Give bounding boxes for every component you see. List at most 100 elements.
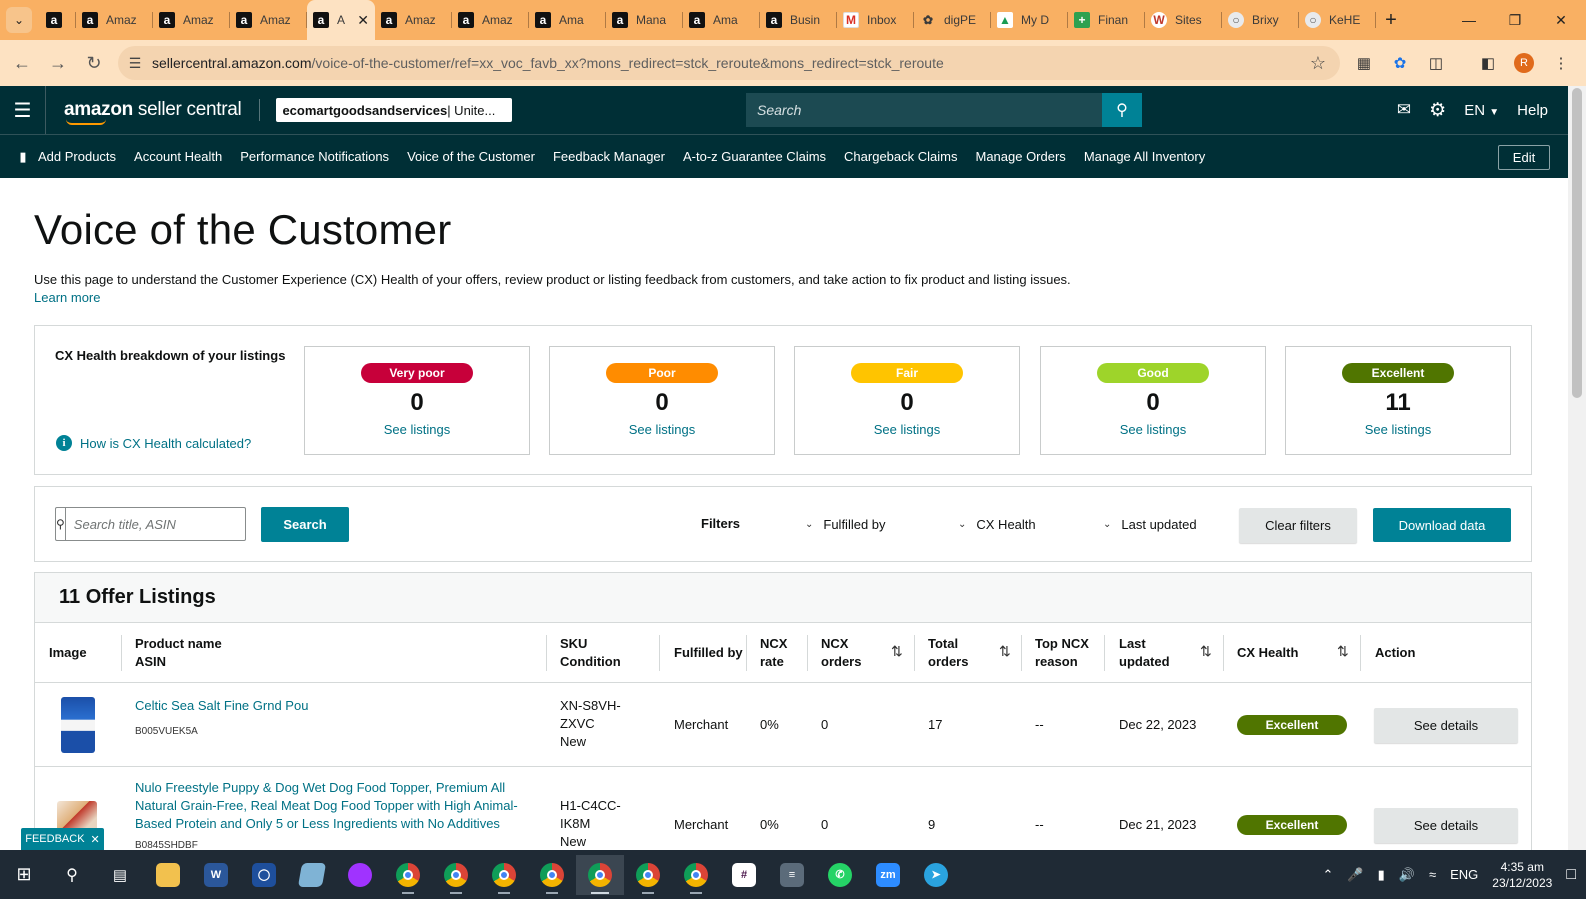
page-scrollbar[interactable]	[1568, 86, 1586, 850]
browser-tab[interactable]: a Ama	[529, 0, 606, 40]
chrome-icon[interactable]	[624, 855, 672, 895]
nav-item-account-health[interactable]: Account Health	[134, 149, 222, 164]
see-details-button[interactable]: See details	[1374, 808, 1518, 843]
feedback-tab[interactable]: FEEDBACK ✕	[21, 828, 104, 850]
tab-search-icon[interactable]: ⌄	[6, 7, 32, 33]
file-explorer-icon[interactable]	[144, 855, 192, 895]
see-listings-link[interactable]: See listings	[1041, 422, 1265, 437]
browser-tab[interactable]: + Finan	[1068, 0, 1145, 40]
chrome-icon[interactable]	[432, 855, 480, 895]
zoom-icon[interactable]: zm	[864, 855, 912, 895]
wifi-icon[interactable]: ≈	[1429, 867, 1436, 882]
minimize-icon[interactable]: —	[1446, 0, 1492, 40]
chrome-icon[interactable]	[384, 855, 432, 895]
see-listings-link[interactable]: See listings	[305, 422, 529, 437]
fulfilled-by-dropdown[interactable]: ⌄ Fulfilled by	[805, 517, 886, 532]
browser-tab[interactable]: a Amaz	[76, 0, 153, 40]
extension-icon[interactable]: ▦	[1351, 50, 1377, 76]
browser-tab[interactable]: a Mana	[606, 0, 683, 40]
browser-tab[interactable]: a Amaz	[153, 0, 230, 40]
nav-item-manage-orders[interactable]: Manage Orders	[975, 149, 1065, 164]
close-tab-icon[interactable]: ✕	[357, 12, 369, 29]
browser-tab[interactable]: ○ Brixy	[1222, 0, 1299, 40]
browser-tab[interactable]: a Amaz	[375, 0, 452, 40]
new-tab-button[interactable]: +	[1376, 0, 1406, 40]
sort-icon[interactable]: ⇅	[1337, 643, 1349, 660]
microphone-icon[interactable]: 🎤	[1347, 867, 1363, 883]
browser-menu-icon[interactable]: ⋮	[1548, 50, 1574, 76]
nav-item-feedback-manager[interactable]: Feedback Manager	[553, 149, 665, 164]
windows-start-icon[interactable]: ⊞	[0, 855, 48, 895]
header-search-input[interactable]	[746, 93, 1102, 127]
mail-icon[interactable]: ✉	[1397, 100, 1411, 120]
restore-icon[interactable]: ❐	[1492, 0, 1538, 40]
see-listings-link[interactable]: See listings	[1286, 422, 1510, 437]
back-icon[interactable]: ←	[4, 45, 40, 81]
scrollbar-thumb[interactable]	[1572, 88, 1582, 398]
cx-help-link[interactable]: i How is CX Health calculated?	[56, 435, 251, 451]
chrome-icon[interactable]	[672, 855, 720, 895]
chrome-icon[interactable]	[480, 855, 528, 895]
sort-icon[interactable]: ⇅	[999, 643, 1011, 660]
nav-item-add-products[interactable]: Add Products	[38, 149, 116, 164]
word-icon[interactable]: W	[192, 855, 240, 895]
search-icon[interactable]: ⚲	[1102, 93, 1142, 127]
task-view-icon[interactable]: ▤	[96, 855, 144, 895]
speaker-icon[interactable]: 🔊	[1399, 867, 1415, 883]
listing-search-input[interactable]	[65, 508, 252, 540]
product-image[interactable]	[61, 697, 95, 753]
browser-tab[interactable]: a	[40, 0, 76, 40]
notes-app-icon[interactable]	[288, 855, 336, 895]
see-details-button[interactable]: See details	[1374, 708, 1518, 743]
hamburger-menu-icon[interactable]: ☰	[0, 86, 46, 134]
side-panel-icon[interactable]: ◧	[1475, 50, 1501, 76]
nav-item-performance-notifications[interactable]: Performance Notifications	[240, 149, 389, 164]
slack-icon[interactable]: #	[720, 855, 768, 895]
edit-nav-button[interactable]: Edit	[1498, 145, 1550, 170]
close-window-icon[interactable]: ✕	[1538, 0, 1584, 40]
last-updated-dropdown[interactable]: ⌄ Last updated	[1103, 517, 1197, 532]
telegram-icon[interactable]: ➤	[912, 855, 960, 895]
calculator-icon[interactable]: ≡	[768, 855, 816, 895]
nav-item-manage-all-inventory[interactable]: Manage All Inventory	[1084, 149, 1205, 164]
browser-tab[interactable]: M Inbox	[837, 0, 914, 40]
help-link[interactable]: Help	[1517, 102, 1548, 119]
browser-tab[interactable]: W Sites	[1145, 0, 1222, 40]
chevron-up-icon[interactable]: ⌃	[1323, 867, 1334, 883]
extension-icon[interactable]: ✿	[1387, 50, 1413, 76]
gear-icon[interactable]: ⚙	[1429, 99, 1446, 122]
language-indicator[interactable]: ENG	[1450, 867, 1478, 882]
browser-tab[interactable]: a Busin	[760, 0, 837, 40]
browser-tab[interactable]: a A ✕	[307, 0, 375, 40]
download-data-button[interactable]: Download data	[1373, 508, 1511, 542]
see-listings-link[interactable]: See listings	[795, 422, 1019, 437]
clock[interactable]: 4:35 am 23/12/2023	[1492, 859, 1552, 891]
sort-icon[interactable]: ⇅	[1200, 643, 1212, 660]
product-name-link[interactable]: Celtic Sea Salt Fine Grnd Pou	[135, 697, 308, 715]
browser-tab[interactable]: ○ KeHE	[1299, 0, 1376, 40]
messenger-icon[interactable]	[336, 855, 384, 895]
cx-health-dropdown[interactable]: ⌄ CX Health	[958, 517, 1036, 532]
chrome-icon[interactable]	[576, 854, 624, 895]
nav-item-a-to-z-guarantee-claims[interactable]: A-to-z Guarantee Claims	[683, 149, 826, 164]
whatsapp-icon[interactable]: ✆	[816, 855, 864, 895]
browser-tab[interactable]: a Ama	[683, 0, 760, 40]
chrome-icon[interactable]	[528, 855, 576, 895]
bookmark-star-icon[interactable]: ☆	[1310, 53, 1326, 74]
address-bar[interactable]: ☰ sellercentral.amazon.com/voice-of-the-…	[118, 46, 1340, 80]
nav-item-chargeback-claims[interactable]: Chargeback Claims	[844, 149, 957, 164]
site-info-icon[interactable]: ☰	[118, 55, 152, 72]
clear-filters-button[interactable]: Clear filters	[1239, 508, 1357, 543]
browser-tab[interactable]: ▲ My D	[991, 0, 1068, 40]
forward-icon[interactable]: →	[40, 45, 76, 81]
extensions-puzzle-icon[interactable]: ◫	[1423, 50, 1449, 76]
browser-tab[interactable]: ✿ digPE	[914, 0, 991, 40]
language-selector[interactable]: EN ▼	[1464, 102, 1499, 119]
nav-item-voice-of-the-customer[interactable]: Voice of the Customer	[407, 149, 535, 164]
app-shield-icon[interactable]: ◯	[240, 855, 288, 895]
learn-more-link[interactable]: Learn more	[34, 290, 100, 305]
amazon-seller-central-logo[interactable]: amazon seller central	[64, 99, 242, 125]
browser-tab[interactable]: a Amaz	[452, 0, 529, 40]
search-button[interactable]: Search	[261, 507, 349, 542]
profile-avatar[interactable]: R	[1511, 50, 1537, 76]
